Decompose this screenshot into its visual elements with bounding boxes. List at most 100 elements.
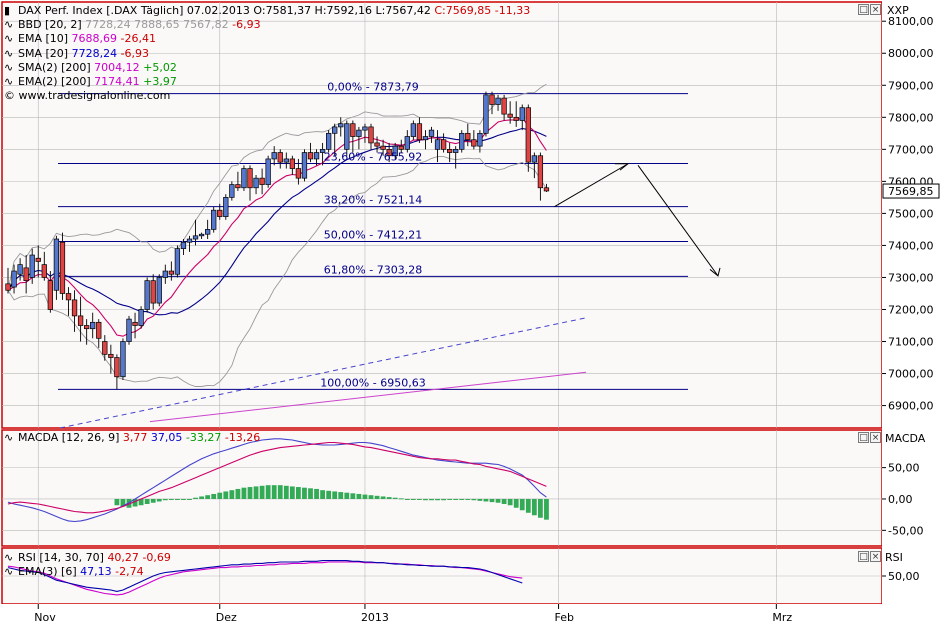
macd-histogram-bar (211, 493, 217, 499)
close-rsi-pane-icon[interactable]: × (870, 551, 881, 562)
price-tick-label: 7100,00 (888, 336, 934, 349)
candle-icon: ▮ (4, 4, 11, 17)
macd-histogram-bar (471, 498, 477, 501)
macd-histogram-bar (235, 488, 241, 499)
maximize-rsi-pane-icon[interactable]: □ (858, 551, 869, 562)
sma20-change: -6,93 (120, 46, 150, 60)
macd-histogram-bar (531, 498, 537, 516)
legend-sma200-row: ∿ SMA(2) [200] 7004,12 +5,02 (4, 61, 530, 75)
candle-body (271, 152, 277, 160)
ema10-label: EMA [10] (18, 32, 69, 46)
macd-value: 3,77 (122, 431, 148, 444)
wave-icon: ∿ (4, 32, 14, 46)
macd-histogram-bar (156, 498, 162, 502)
macd-histogram-bar (386, 497, 392, 499)
macd-histogram-bar (525, 498, 531, 513)
candle-body (356, 129, 362, 137)
main-legend: ▮ DAX Perf. Index [.DAX Täglich] 07.02.20… (4, 4, 530, 103)
macd-label: MACDA [12, 26, 9] (18, 431, 120, 444)
candle-body (253, 177, 259, 189)
macd-histogram-bar (308, 488, 313, 499)
ema10-change: -26,41 (120, 32, 157, 46)
rsi-legend: ∿ RSI [14, 30, 70] 40,27 -0,69 ∿ EMA(3) [6… (4, 551, 171, 579)
candle-body (416, 123, 423, 141)
time-tick-label: Dez (216, 611, 237, 624)
candle-body (90, 321, 96, 330)
macd-pane-name: MACDA (885, 432, 926, 445)
macd-histogram-bar (289, 486, 295, 499)
macd-histogram-bar (538, 498, 543, 518)
macd-histogram-bar (199, 496, 204, 499)
candle-body (120, 341, 126, 378)
candle-body (198, 233, 205, 237)
candle-body (132, 321, 138, 326)
macd-histogram-bar (283, 485, 289, 499)
price-tick-label: 7500,00 (888, 207, 934, 220)
time-tick-label: Nov (34, 611, 56, 624)
candle-body (205, 229, 211, 235)
candle-body (11, 270, 17, 288)
candle-body (235, 184, 241, 189)
macd-tick-label: 0,00 (888, 493, 913, 506)
macd-histogram-bar (247, 487, 253, 499)
candle-body (326, 132, 332, 150)
candle-body (259, 177, 265, 185)
candle-body (404, 136, 410, 150)
candle-body (174, 248, 181, 275)
macd-legend: ∿ MACDA [12, 26, 9] 3,77 37,05 -33,27 -13… (4, 431, 260, 445)
macd-histogram-bar (277, 485, 283, 499)
candle-body (380, 145, 386, 150)
macd-histogram-bar (175, 498, 180, 500)
price-tick-label: 8000,00 (888, 47, 934, 60)
macd-histogram-bar (362, 494, 368, 499)
close-pane-icon[interactable]: × (870, 4, 881, 15)
macd-histogram-bar (483, 498, 489, 502)
macd-histogram-bar (150, 498, 156, 503)
candle-body (150, 280, 156, 304)
candle-body (440, 139, 447, 150)
legend-ema10-row: ∿ EMA [10] 7688,69 -26,41 (4, 32, 530, 46)
macd-hist-value: -33,27 (185, 431, 222, 444)
rsi-tick-label: 50,00 (888, 570, 920, 583)
candle-body (53, 238, 60, 291)
macd-histogram-bar (114, 498, 120, 506)
candle-body (368, 126, 374, 144)
candle-body (41, 264, 47, 278)
macd-tick-label: -50,00 (888, 524, 923, 537)
macd-histogram-bar (441, 498, 446, 501)
wave-icon: ∿ (4, 431, 14, 444)
macd-histogram-bar (168, 498, 174, 500)
header-title: DAX Perf. Index [.DAX Täglich] 07.02.201… (18, 4, 250, 17)
time-axis-strip (0, 604, 940, 628)
candle-body (283, 158, 289, 163)
candle-body (398, 145, 404, 150)
macd-histogram-bar (326, 490, 332, 499)
price-tick-label: 7300,00 (888, 271, 934, 284)
sma200-value: 7004,12 (94, 60, 140, 74)
ema200-value: 7174,41 (94, 74, 140, 88)
candle-body (108, 353, 114, 358)
rsi-value: 40,27 (107, 551, 139, 564)
price-tick-label: 7800,00 (888, 111, 934, 124)
macd-histogram-bar (144, 498, 150, 504)
time-tick-label: 2013 (361, 611, 389, 624)
close-macd-pane-icon[interactable]: × (870, 432, 881, 443)
candle-body (162, 270, 168, 278)
maximize-macd-pane-icon[interactable]: □ (858, 432, 869, 443)
candle-body (313, 152, 320, 160)
candle-body (17, 264, 23, 275)
symbol-name: XXP (887, 4, 909, 17)
macd-histogram-bar (259, 485, 265, 499)
macd-histogram-bar (193, 497, 198, 499)
candle-body (83, 325, 90, 330)
ohlc-values: O:7581,37 H:7592,16 L:7567,42 (253, 4, 431, 17)
candle-body (513, 116, 519, 121)
wave-icon: ∿ (4, 74, 14, 88)
maximize-pane-icon[interactable]: □ (858, 4, 869, 15)
macd-signal-value: 37,05 (150, 431, 183, 444)
rsi-ema-label: EMA(3) [6] (18, 565, 77, 579)
macd-histogram-bar (350, 493, 356, 499)
candle-body (247, 168, 253, 189)
macd-histogram-bar (374, 495, 380, 499)
candle-body (65, 293, 72, 301)
